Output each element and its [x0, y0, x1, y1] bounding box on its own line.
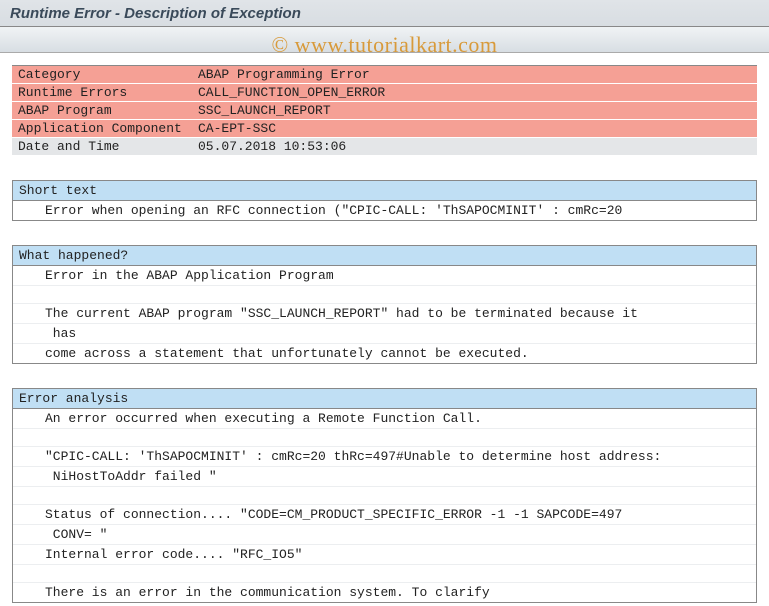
- text-line: [13, 487, 756, 505]
- section: Error analysisAn error occurred when exe…: [12, 388, 757, 603]
- section-body: Error in the ABAP Application Program The…: [13, 266, 756, 363]
- window-header: Runtime Error - Description of Exception: [0, 0, 769, 27]
- info-row: CategoryABAP Programming Error: [12, 66, 757, 84]
- info-label: Date and Time: [12, 138, 192, 156]
- text-line: Status of connection.... "CODE=CM_PRODUC…: [13, 505, 756, 525]
- text-line: There is an error in the communication s…: [13, 583, 756, 602]
- info-label: Application Component: [12, 120, 192, 138]
- text-line: CONV= ": [13, 525, 756, 545]
- text-line: come across a statement that unfortunate…: [13, 344, 756, 363]
- text-line: [13, 286, 756, 304]
- section-header: Short text: [13, 181, 756, 201]
- text-line: An error occurred when executing a Remot…: [13, 409, 756, 429]
- section: What happened?Error in the ABAP Applicat…: [12, 245, 757, 364]
- text-line: Error in the ABAP Application Program: [13, 266, 756, 286]
- info-value: ABAP Programming Error: [192, 66, 757, 84]
- section: Short textError when opening an RFC conn…: [12, 180, 757, 221]
- window-title: Runtime Error - Description of Exception: [10, 5, 759, 22]
- section-header: Error analysis: [13, 389, 756, 409]
- info-label: Category: [12, 66, 192, 84]
- info-label: Runtime Errors: [12, 84, 192, 102]
- text-line: [13, 565, 756, 583]
- text-line: NiHostToAddr failed ": [13, 467, 756, 487]
- info-table: CategoryABAP Programming ErrorRuntime Er…: [12, 65, 757, 156]
- section-body: Error when opening an RFC connection ("C…: [13, 201, 756, 220]
- section-header: What happened?: [13, 246, 756, 266]
- section-body: An error occurred when executing a Remot…: [13, 409, 756, 602]
- toolbar: [0, 27, 769, 53]
- text-line: has: [13, 324, 756, 344]
- info-label: ABAP Program: [12, 102, 192, 120]
- info-row: ABAP ProgramSSC_LAUNCH_REPORT: [12, 102, 757, 120]
- info-value: CALL_FUNCTION_OPEN_ERROR: [192, 84, 757, 102]
- content-area: CategoryABAP Programming ErrorRuntime Er…: [0, 53, 769, 603]
- info-row: Application ComponentCA-EPT-SSC: [12, 120, 757, 138]
- info-row: Date and Time05.07.2018 10:53:06: [12, 138, 757, 156]
- text-line: [13, 429, 756, 447]
- info-value: 05.07.2018 10:53:06: [192, 138, 757, 156]
- text-line: "CPIC-CALL: 'ThSAPOCMINIT' : cmRc=20 thR…: [13, 447, 756, 467]
- info-row: Runtime ErrorsCALL_FUNCTION_OPEN_ERROR: [12, 84, 757, 102]
- text-line: The current ABAP program "SSC_LAUNCH_REP…: [13, 304, 756, 324]
- text-line: Error when opening an RFC connection ("C…: [13, 201, 756, 220]
- info-value: SSC_LAUNCH_REPORT: [192, 102, 757, 120]
- text-line: Internal error code.... "RFC_IO5": [13, 545, 756, 565]
- info-value: CA-EPT-SSC: [192, 120, 757, 138]
